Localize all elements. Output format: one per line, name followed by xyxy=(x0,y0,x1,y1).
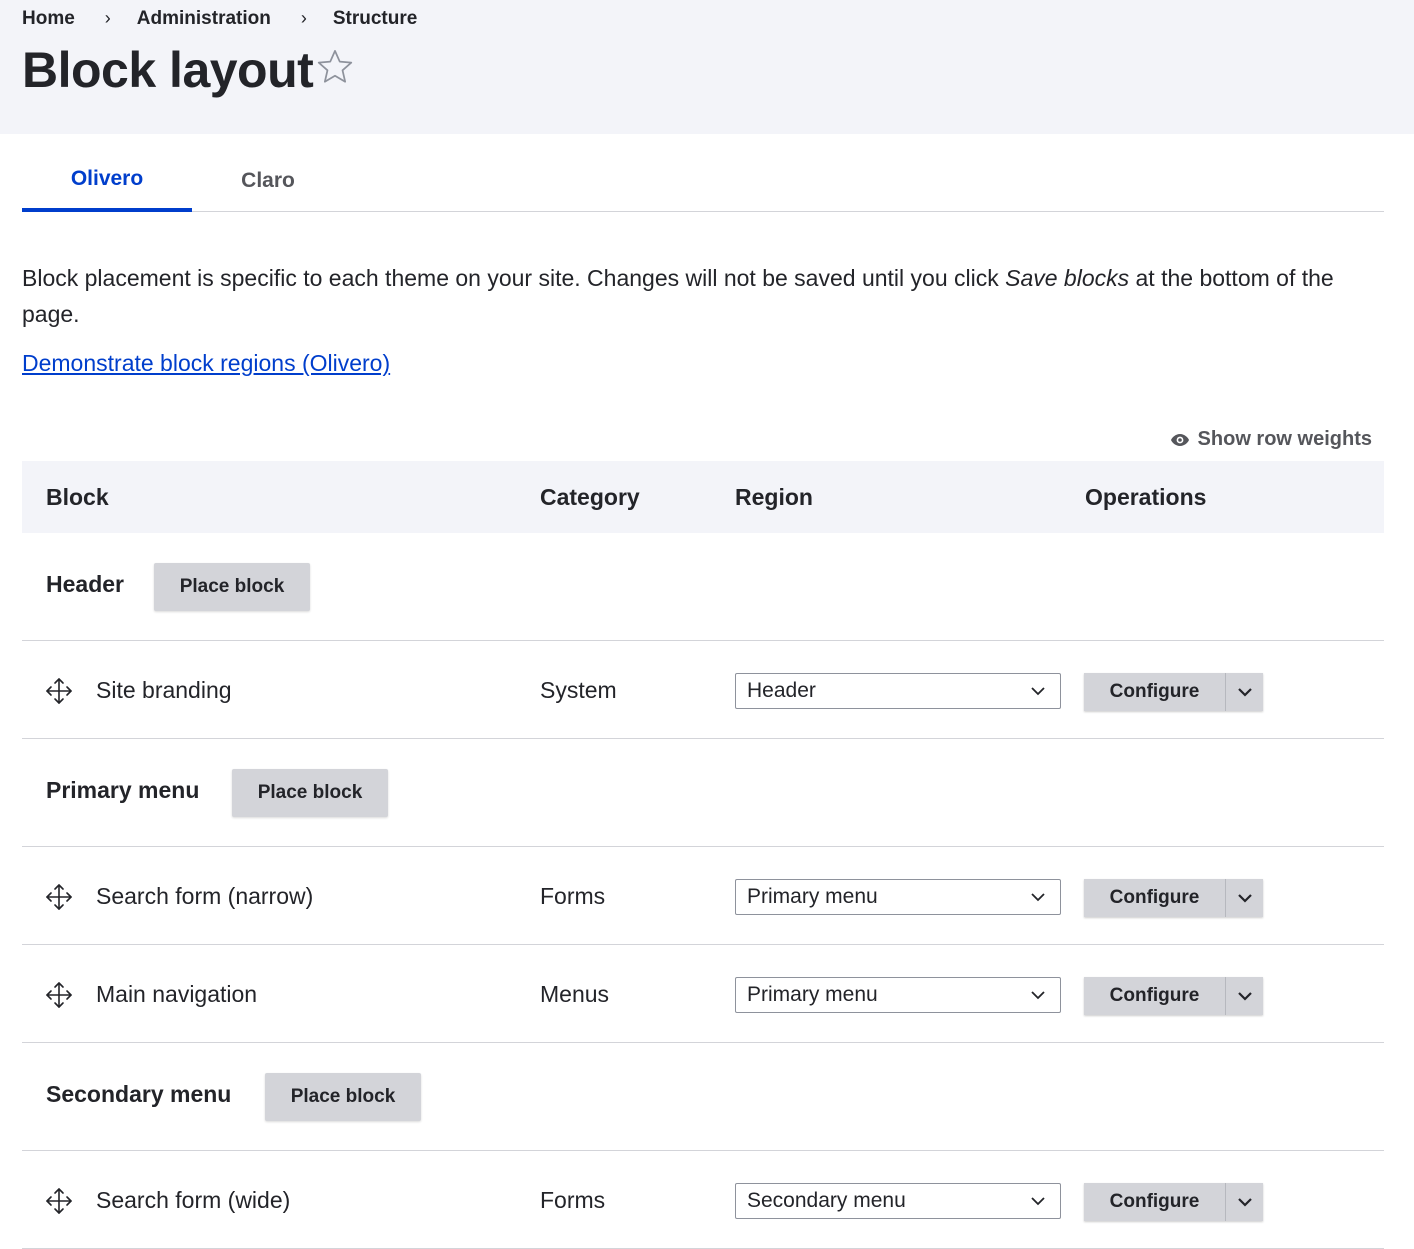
place-block-button[interactable]: Place block xyxy=(232,769,388,817)
region-select-value: Secondary menu xyxy=(747,1189,906,1212)
show-row-weights-button[interactable]: Show row weights xyxy=(1170,428,1372,451)
block-category: Forms xyxy=(540,1186,606,1213)
region-row-header: Header Place block xyxy=(22,533,1384,641)
breadcrumb-separator: › xyxy=(104,7,111,28)
region-title: Header xyxy=(46,571,124,597)
description-emphasis: Save blocks xyxy=(1005,265,1130,291)
chevron-down-icon xyxy=(1237,893,1252,903)
drag-handle-icon[interactable] xyxy=(44,1186,74,1216)
page-header: Home › Administration › Structure Block … xyxy=(0,0,1414,134)
chevron-down-icon xyxy=(1237,1197,1252,1207)
show-row-weights-label: Show row weights xyxy=(1197,428,1372,450)
column-header-category: Category xyxy=(540,483,640,510)
operations-dropbutton: Configure xyxy=(1084,977,1263,1015)
breadcrumb-item-home[interactable]: Home xyxy=(22,8,75,30)
chevron-down-icon xyxy=(1031,991,1045,1000)
block-category: Forms xyxy=(540,882,606,909)
block-name: Site branding xyxy=(96,676,232,703)
tab-claro[interactable]: Claro xyxy=(192,158,344,212)
page-description: Block placement is specific to each them… xyxy=(22,260,1392,332)
block-category: Menus xyxy=(540,980,610,1007)
region-select-value: Primary menu xyxy=(747,983,878,1006)
configure-button[interactable]: Configure xyxy=(1084,673,1226,711)
table-row: Site branding System Header Configure xyxy=(22,641,1384,739)
operations-toggle[interactable] xyxy=(1226,977,1263,1015)
chevron-down-icon xyxy=(1031,1197,1045,1206)
region-title: Secondary menu xyxy=(46,1081,232,1107)
page-title: Block layout xyxy=(22,42,314,98)
breadcrumb-item-administration[interactable]: Administration xyxy=(137,8,271,30)
region-select-value: Header xyxy=(747,679,816,702)
region-select[interactable]: Primary menu xyxy=(735,879,1061,915)
operations-toggle[interactable] xyxy=(1226,879,1263,917)
description-text: Block placement is specific to each them… xyxy=(22,265,1006,291)
configure-button[interactable]: Configure xyxy=(1084,879,1226,917)
region-row-secondary-menu: Secondary menu Place block xyxy=(22,1043,1384,1151)
block-layout-table: Block Category Region Operations Header … xyxy=(22,461,1384,1249)
chevron-down-icon xyxy=(1237,687,1252,697)
theme-tabs: Olivero Claro xyxy=(22,158,1384,212)
drag-handle-icon[interactable] xyxy=(44,882,74,912)
tab-olivero[interactable]: Olivero xyxy=(22,158,192,212)
star-outline-icon[interactable] xyxy=(314,46,356,88)
chevron-down-icon xyxy=(1031,687,1045,696)
region-select-value: Primary menu xyxy=(747,885,878,908)
block-category: System xyxy=(540,676,617,703)
region-select[interactable]: Header xyxy=(735,673,1061,709)
table-row: Main navigation Menus Primary menu Confi… xyxy=(22,945,1384,1043)
breadcrumb-item-structure[interactable]: Structure xyxy=(333,8,417,30)
chevron-down-icon xyxy=(1031,893,1045,902)
drag-handle-icon[interactable] xyxy=(44,980,74,1010)
drag-handle-icon[interactable] xyxy=(44,676,74,706)
region-row-primary-menu: Primary menu Place block xyxy=(22,739,1384,847)
region-select[interactable]: Primary menu xyxy=(735,977,1061,1013)
region-title: Primary menu xyxy=(46,777,200,803)
block-name: Search form (narrow) xyxy=(96,882,314,909)
table-row: Search form (wide) Forms Secondary menu … xyxy=(22,1151,1384,1249)
place-block-button[interactable]: Place block xyxy=(265,1073,421,1121)
table-row: Search form (narrow) Forms Primary menu … xyxy=(22,847,1384,945)
operations-toggle[interactable] xyxy=(1226,673,1263,711)
eye-icon xyxy=(1170,433,1189,446)
place-block-button[interactable]: Place block xyxy=(154,563,310,611)
region-select[interactable]: Secondary menu xyxy=(735,1183,1061,1219)
operations-toggle[interactable] xyxy=(1226,1183,1263,1221)
operations-dropbutton: Configure xyxy=(1084,673,1263,711)
column-header-operations: Operations xyxy=(1085,483,1207,510)
breadcrumb-separator: › xyxy=(300,7,307,28)
configure-button[interactable]: Configure xyxy=(1084,977,1226,1015)
block-name: Search form (wide) xyxy=(96,1186,291,1213)
configure-button[interactable]: Configure xyxy=(1084,1183,1226,1221)
block-name: Main navigation xyxy=(96,980,258,1007)
demonstrate-regions-link[interactable]: Demonstrate block regions (Olivero) xyxy=(22,350,390,377)
table-header: Block Category Region Operations xyxy=(22,461,1384,533)
operations-dropbutton: Configure xyxy=(1084,1183,1263,1221)
breadcrumb: Home › Administration › Structure xyxy=(22,8,417,30)
column-header-block: Block xyxy=(46,483,109,510)
column-header-region: Region xyxy=(735,483,813,510)
operations-dropbutton: Configure xyxy=(1084,879,1263,917)
chevron-down-icon xyxy=(1237,991,1252,1001)
